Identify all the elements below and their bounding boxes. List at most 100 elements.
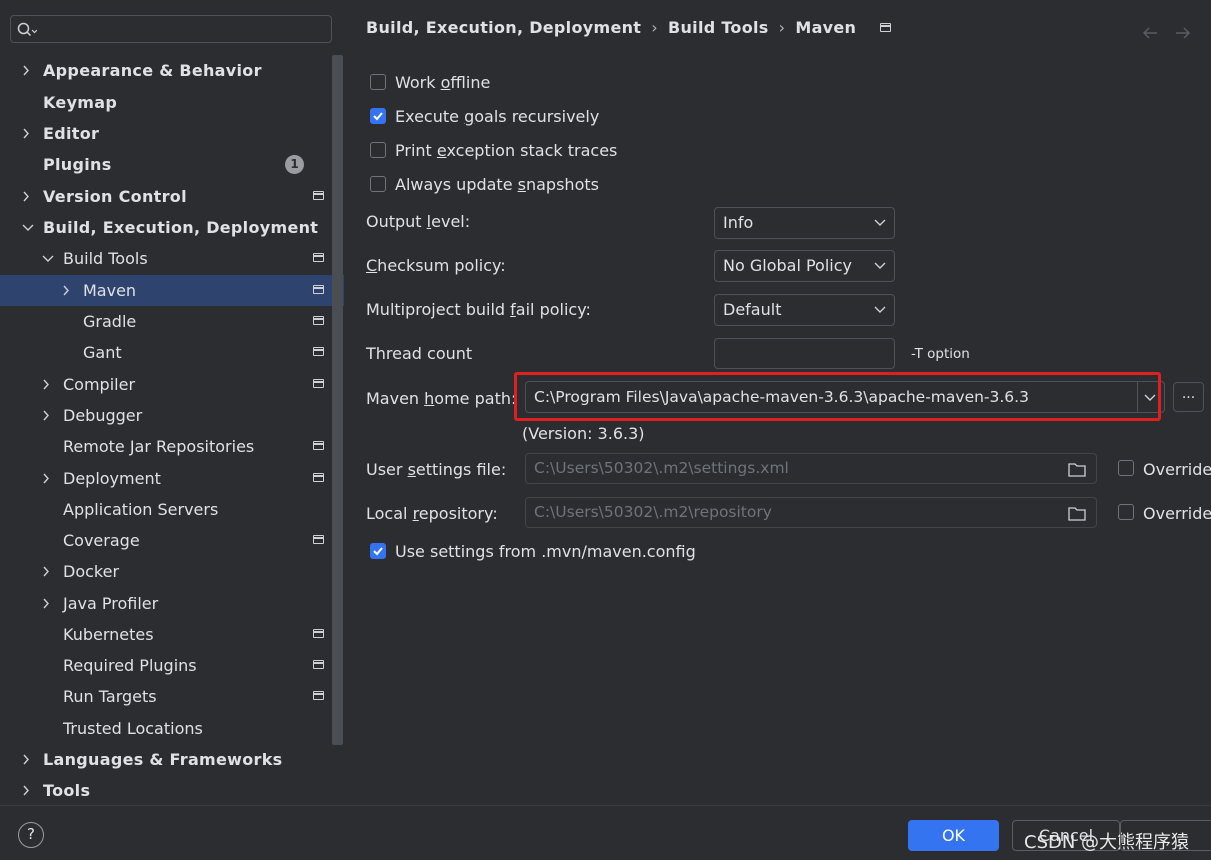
sidebar-scrollbar[interactable] <box>332 55 343 745</box>
project-scope-icon <box>313 347 324 356</box>
maven-settings-panel: Build, Execution, Deployment › Build Tools… <box>344 0 1211 805</box>
tree-item-java-profiler[interactable]: Java Profiler <box>0 588 344 619</box>
print-exception-stack-traces-checkbox[interactable] <box>370 142 386 158</box>
browse-label: ... <box>1181 386 1196 402</box>
tree-item-coverage[interactable]: Coverage <box>0 525 344 556</box>
help-button[interactable]: ? <box>18 822 44 848</box>
thread-count-input[interactable] <box>714 338 895 369</box>
tree-item-maven[interactable]: Maven <box>0 275 344 306</box>
user-settings-file-input[interactable]: C:\Users\50302\.m2\settings.xml <box>525 453 1097 484</box>
output-level-value: Info <box>723 213 754 232</box>
local-repository-label: Local repository: <box>366 504 498 523</box>
use-mvn-maven-config-label: Use settings from .mvn/maven.config <box>395 542 696 561</box>
chevron-down-icon[interactable] <box>19 212 35 243</box>
user-settings-override-checkbox[interactable] <box>1118 460 1134 476</box>
tree-item-version-control[interactable]: Version Control <box>0 181 344 212</box>
chevron-right-icon[interactable] <box>59 275 75 306</box>
checkmark-icon <box>373 547 383 556</box>
tree-item-label: Deployment <box>63 469 161 488</box>
tree-item-build-execution-deployment[interactable]: Build, Execution, Deployment <box>0 212 344 243</box>
chevron-down-icon[interactable] <box>39 243 55 274</box>
chevron-right-icon[interactable] <box>19 744 35 775</box>
tree-item-label: Keymap <box>43 93 118 112</box>
project-scope-icon <box>313 535 324 544</box>
execute-goals-recursively-checkbox[interactable] <box>370 108 386 124</box>
tree-item-deployment[interactable]: Deployment <box>0 463 344 494</box>
local-repository-value: C:\Users\50302\.m2\repository <box>534 503 772 521</box>
maven-version-text: (Version: 3.6.3) <box>522 424 645 443</box>
tree-item-keymap[interactable]: Keymap <box>0 87 344 118</box>
tree-item-languages-frameworks[interactable]: Languages & Frameworks <box>0 744 344 775</box>
chevron-down-icon <box>874 306 886 313</box>
checkmark-icon <box>373 112 383 121</box>
project-scope-icon <box>313 285 324 294</box>
checksum-policy-dropdown[interactable]: No Global Policy <box>714 250 895 282</box>
tree-item-plugins[interactable]: Plugins 1 <box>0 149 344 180</box>
user-settings-file-value: C:\Users\50302\.m2\settings.xml <box>534 459 789 477</box>
tree-item-label: Tools <box>43 781 91 800</box>
chevron-right-icon[interactable] <box>39 556 55 587</box>
tree-item-label: Debugger <box>63 406 143 425</box>
always-update-snapshots-checkbox[interactable] <box>370 176 386 192</box>
tree-item-label: Remote Jar Repositories <box>63 437 255 456</box>
tree-item-build-tools[interactable]: Build Tools <box>0 243 344 274</box>
local-repository-override-checkbox[interactable] <box>1118 504 1134 520</box>
tree-item-application-servers[interactable]: Application Servers <box>0 494 344 525</box>
use-mvn-maven-config-checkbox[interactable] <box>370 543 386 559</box>
chevron-right-icon[interactable] <box>19 775 35 806</box>
tree-item-editor[interactable]: Editor <box>0 118 344 149</box>
output-level-dropdown[interactable]: Info <box>714 207 895 239</box>
breadcrumb-separator: › <box>778 18 786 37</box>
breadcrumb-item[interactable]: Build, Execution, Deployment <box>366 18 641 37</box>
folder-icon[interactable] <box>1068 506 1086 521</box>
multiproject-fail-policy-dropdown[interactable]: Default <box>714 294 895 326</box>
settings-search-input[interactable] <box>10 15 332 43</box>
browse-maven-home-button[interactable]: ... <box>1173 382 1204 412</box>
help-icon: ? <box>27 825 35 843</box>
project-scope-icon <box>880 23 892 32</box>
chevron-right-icon[interactable] <box>39 369 55 400</box>
checksum-policy-value: No Global Policy <box>723 256 852 275</box>
project-scope-icon <box>313 253 324 262</box>
local-repository-input[interactable]: C:\Users\50302\.m2\repository <box>525 497 1097 528</box>
project-scope-icon <box>313 473 324 482</box>
tree-item-compiler[interactable]: Compiler <box>0 369 344 400</box>
tree-item-trusted-locations[interactable]: Trusted Locations <box>0 713 344 744</box>
tree-item-tools[interactable]: Tools <box>0 775 344 806</box>
tree-item-gant[interactable]: Gant <box>0 337 344 368</box>
tree-item-label: Gant <box>83 343 122 362</box>
folder-icon[interactable] <box>1068 462 1086 477</box>
tree-item-required-plugins[interactable]: Required Plugins <box>0 650 344 681</box>
back-arrow-icon[interactable] <box>1141 25 1159 41</box>
chevron-right-icon[interactable] <box>19 118 35 149</box>
tree-item-label: Kubernetes <box>63 625 154 644</box>
chevron-right-icon[interactable] <box>39 588 55 619</box>
work-offline-checkbox[interactable] <box>370 74 386 90</box>
tree-item-gradle[interactable]: Gradle <box>0 306 344 337</box>
forward-arrow-icon[interactable] <box>1174 25 1192 41</box>
chevron-right-icon[interactable] <box>39 400 55 431</box>
chevron-right-icon[interactable] <box>19 181 35 212</box>
tree-item-label: Gradle <box>83 312 137 331</box>
tree-item-docker[interactable]: Docker <box>0 556 344 587</box>
tree-item-run-targets[interactable]: Run Targets <box>0 681 344 712</box>
tree-item-remote-jar-repositories[interactable]: Remote Jar Repositories <box>0 431 344 462</box>
tree-item-debugger[interactable]: Debugger <box>0 400 344 431</box>
breadcrumb: Build, Execution, Deployment › Build Tools… <box>366 18 892 37</box>
tree-item-appearance-behavior[interactable]: Appearance & Behavior <box>0 55 344 86</box>
chevron-right-icon[interactable] <box>19 55 35 86</box>
tree-item-label: Languages & Frameworks <box>43 750 283 769</box>
breadcrumb-separator: › <box>651 18 658 37</box>
tree-item-label: Editor <box>43 124 100 143</box>
chevron-right-icon[interactable] <box>39 463 55 494</box>
checksum-policy-label: Checksum policy: <box>366 256 506 275</box>
tree-item-label: Required Plugins <box>63 656 197 675</box>
ok-button[interactable]: OK <box>908 820 999 851</box>
apply-button[interactable] <box>1120 820 1211 851</box>
tree-item-kubernetes[interactable]: Kubernetes <box>0 619 344 650</box>
breadcrumb-item[interactable]: Build Tools <box>668 18 769 37</box>
project-scope-icon <box>313 660 324 669</box>
tree-item-label: Maven <box>83 281 137 300</box>
t-option-hint: -T option <box>911 346 970 362</box>
tree-item-label: Build Tools <box>63 249 148 268</box>
